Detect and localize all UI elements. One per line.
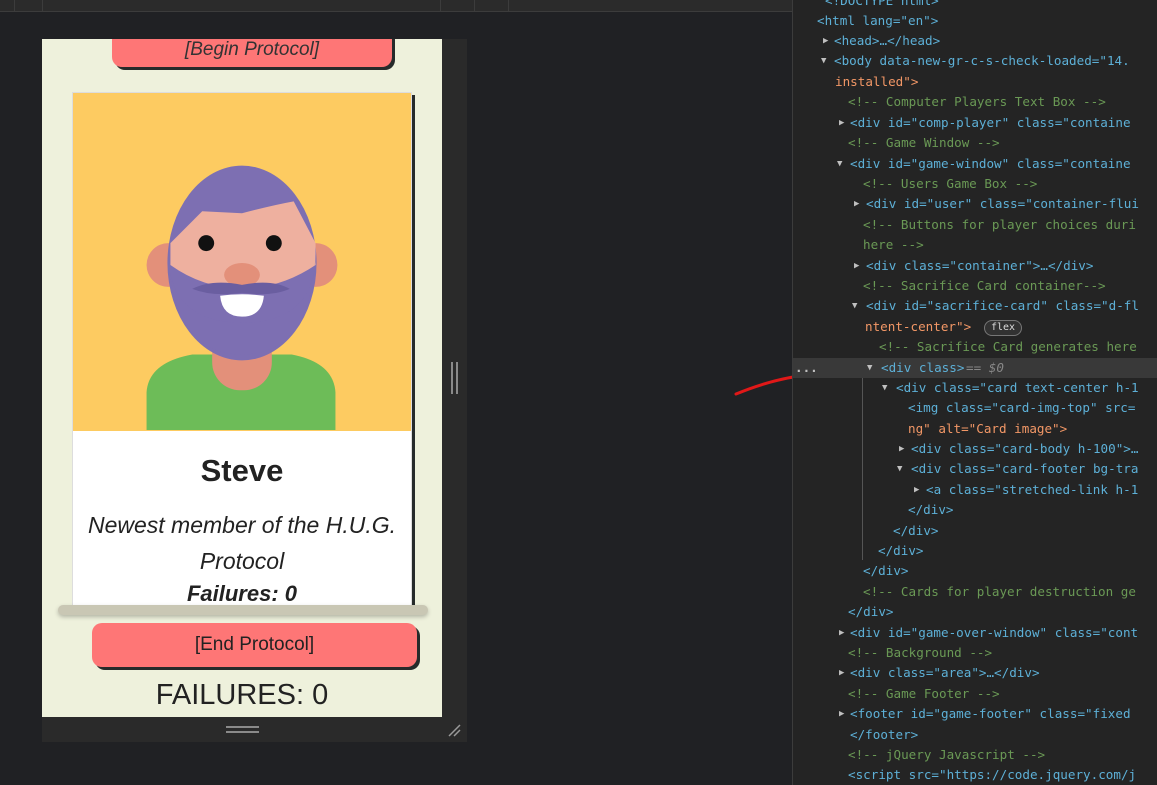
expand-triangle-icon[interactable]: ▶ bbox=[854, 256, 859, 276]
card-description: Newest member of the H.U.G. Protocol bbox=[87, 512, 397, 574]
dom-line[interactable]: </footer> bbox=[850, 725, 918, 745]
dom-line[interactable]: <!DOCTYPE html> bbox=[825, 0, 939, 11]
devtools-elements-panel: <!DOCTYPE html> <html lang="en"> ▶ <head… bbox=[792, 0, 1157, 785]
dom-comment[interactable]: <!-- Game Window --> bbox=[848, 133, 1000, 153]
dom-line[interactable]: installed"> bbox=[835, 72, 918, 92]
dom-line[interactable]: </div> bbox=[878, 541, 924, 561]
dom-comment[interactable]: here --> bbox=[863, 235, 924, 255]
card-footer bbox=[58, 605, 428, 615]
dom-line[interactable]: <script src="https://code.jquery.com/j bbox=[848, 765, 1136, 785]
expand-triangle-icon[interactable]: ▶ bbox=[839, 663, 844, 683]
dom-line[interactable]: <img class="card-img-top" src= bbox=[908, 398, 1135, 418]
dom-line[interactable]: <div id="game-window" class="containe bbox=[850, 154, 1131, 174]
dom-line[interactable]: <div class="container">…</div> bbox=[866, 256, 1093, 276]
dom-line[interactable]: </div> bbox=[863, 561, 909, 581]
browser-viewport-area: [Begin Protocol] Steve Newest member of … bbox=[0, 0, 852, 785]
dom-line[interactable]: <div id="sacrifice-card" class="d-fl bbox=[866, 296, 1139, 316]
end-protocol-button[interactable]: [End Protocol] bbox=[92, 623, 417, 667]
dom-comment[interactable]: <!-- Users Game Box --> bbox=[863, 174, 1037, 194]
dom-line[interactable]: <div class="card-footer bg-tra bbox=[911, 459, 1138, 479]
card-image bbox=[73, 93, 411, 431]
dom-line[interactable]: <div class="area">…</div> bbox=[850, 663, 1040, 683]
dom-line[interactable]: <footer id="game-footer" class="fixed bbox=[850, 704, 1131, 724]
dom-line[interactable]: <a class="stretched-link h-1 bbox=[926, 480, 1138, 500]
dom-line[interactable]: </div> bbox=[848, 602, 894, 622]
begin-protocol-button[interactable]: [Begin Protocol] bbox=[112, 39, 392, 67]
dom-comment[interactable]: <!-- Cards for player destruction ge bbox=[863, 582, 1136, 602]
selected-dom-line[interactable]: <div class> bbox=[881, 358, 964, 378]
expand-triangle-icon[interactable]: ▶ bbox=[839, 113, 844, 133]
resize-handle-horizontal-icon[interactable] bbox=[226, 726, 259, 733]
card-title: Steve bbox=[200, 453, 284, 488]
dom-line[interactable]: <body data-new-gr-c-s-check-loaded="14. bbox=[834, 51, 1130, 71]
dom-line[interactable]: <div class="card-body h-100">… bbox=[911, 439, 1138, 459]
expand-triangle-icon[interactable]: ▶ bbox=[839, 704, 844, 724]
collapse-triangle-icon[interactable]: ▼ bbox=[852, 296, 857, 316]
expand-triangle-icon[interactable]: ▶ bbox=[914, 480, 919, 500]
collapse-triangle-icon[interactable]: ▼ bbox=[837, 154, 842, 174]
dom-line[interactable]: <div id="user" class="container-flui bbox=[866, 194, 1139, 214]
dom-line[interactable]: <head>…</head> bbox=[834, 31, 940, 51]
card-failures: Failures: 0 bbox=[186, 581, 298, 606]
collapse-triangle-icon[interactable]: ▼ bbox=[821, 51, 826, 71]
card-body: Steve Newest member of the H.U.G. Protoc… bbox=[73, 431, 411, 607]
dom-line[interactable]: <html lang="en"> bbox=[817, 11, 938, 31]
responsive-viewport: [Begin Protocol] Steve Newest member of … bbox=[42, 39, 442, 717]
dom-comment[interactable]: <!-- Background --> bbox=[848, 643, 992, 663]
dom-line[interactable]: <div class="card text-center h-1 bbox=[896, 378, 1139, 398]
expand-triangle-icon[interactable]: ▶ bbox=[839, 623, 844, 643]
sacrifice-card[interactable]: Steve Newest member of the H.U.G. Protoc… bbox=[72, 92, 412, 609]
collapse-triangle-icon[interactable]: ▼ bbox=[882, 378, 887, 398]
resize-corner-icon[interactable] bbox=[446, 722, 462, 738]
expand-triangle-icon[interactable]: ▶ bbox=[854, 194, 859, 214]
selected-marker: == $0 bbox=[966, 360, 1004, 375]
more-options-icon[interactable]: ... bbox=[795, 358, 818, 378]
expand-triangle-icon[interactable]: ▶ bbox=[823, 31, 828, 51]
dom-line[interactable]: ntent-center"> bbox=[865, 317, 971, 337]
collapse-triangle-icon[interactable]: ▼ bbox=[897, 459, 902, 479]
collapse-triangle-icon[interactable]: ▼ bbox=[867, 358, 872, 378]
flex-badge[interactable]: flex bbox=[984, 317, 1023, 337]
dom-line[interactable]: </div> bbox=[908, 500, 954, 520]
dom-line[interactable]: </div> bbox=[893, 521, 939, 541]
dom-comment[interactable]: <!-- Computer Players Text Box --> bbox=[848, 92, 1106, 112]
toolbar-strip bbox=[0, 0, 792, 12]
dom-line[interactable]: <div id="game-over-window" class="cont bbox=[850, 623, 1138, 643]
dom-comment[interactable]: <!-- Game Footer --> bbox=[848, 684, 1000, 704]
expand-triangle-icon[interactable]: ▶ bbox=[899, 439, 904, 459]
dom-line[interactable]: ng" alt="Card image"> bbox=[908, 419, 1067, 439]
tree-guide bbox=[862, 378, 863, 560]
dom-comment[interactable]: <!-- Sacrifice Card generates here bbox=[879, 337, 1137, 357]
dom-line[interactable]: <div id="comp-player" class="containe bbox=[850, 113, 1131, 133]
dom-comment[interactable]: <!-- Buttons for player choices duri bbox=[863, 215, 1136, 235]
failures-counter: FAILURES: 0 bbox=[155, 679, 329, 711]
dom-comment[interactable]: <!-- jQuery Javascript --> bbox=[848, 745, 1045, 765]
resize-handle-vertical-icon[interactable] bbox=[451, 362, 458, 394]
dom-comment[interactable]: <!-- Sacrifice Card container--> bbox=[863, 276, 1106, 296]
